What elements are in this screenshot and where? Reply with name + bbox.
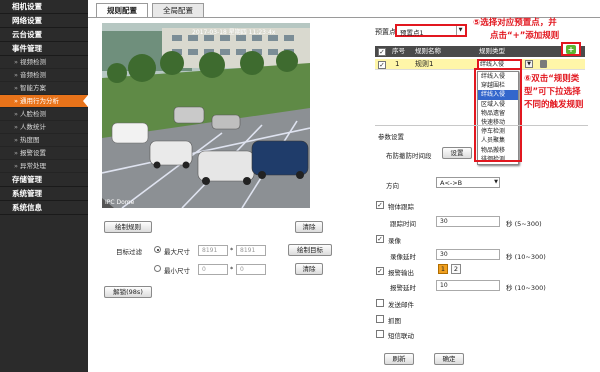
max-width-input[interactable]: 8191 (198, 245, 228, 256)
nav-item-exception[interactable]: » 异常处理 (0, 160, 88, 173)
alarm-out-channel-2[interactable]: 2 (451, 264, 461, 274)
annotation-step5-line1: ⑤选择对应预置点，并 (473, 18, 557, 28)
nav-item-alarm-settings[interactable]: » 报警设置 (0, 147, 88, 160)
max-height-input[interactable]: 8191 (236, 245, 266, 256)
tab-global-config[interactable]: 全局配置 (152, 3, 204, 17)
alarm-delay-input[interactable]: 10 (436, 280, 500, 291)
nav-system-info[interactable]: 系统信息 (0, 201, 88, 215)
track-label: 物体跟踪 (388, 203, 414, 211)
nav-item-behavior-analysis[interactable]: » 通用行为分析 (0, 95, 88, 108)
schedule-label: 布防撤防时间段 (386, 152, 432, 160)
min-height-input[interactable]: 0 (236, 264, 266, 275)
email-label: 发送邮件 (388, 301, 414, 309)
annotation-step6-line2: 型”可下拉选择 (524, 87, 581, 97)
nav-system-management[interactable]: 系统管理 (0, 187, 88, 201)
clear-target-button[interactable]: 清除 (295, 263, 323, 275)
annotation-step5-line2: 点击“+”添加规则 (490, 31, 560, 41)
min-width-input[interactable]: 0 (198, 264, 228, 275)
schedule-settings-button[interactable]: 设置 (442, 147, 472, 159)
alarm-out-checkbox[interactable]: ✓ (376, 267, 384, 275)
track-time-label: 跟踪时间 (390, 220, 416, 228)
preset-label: 预置点 (375, 28, 396, 36)
rule-type-dropdown-arrow-icon[interactable]: ▼ (525, 60, 533, 68)
record-delay-input[interactable]: 30 (436, 249, 500, 260)
nav-item-heatmap[interactable]: » 热度图 (0, 134, 88, 147)
snapshot-checkbox[interactable] (376, 315, 384, 323)
min-size-radio[interactable] (154, 265, 161, 272)
nav-event-management[interactable]: 事件管理 (0, 42, 88, 56)
snapshot-label: 抓图 (388, 317, 401, 325)
annotation-step6-line1: ⑥双击“规则类 (524, 74, 580, 84)
record-checkbox[interactable]: ✓ (376, 235, 384, 243)
sidebar: 相机设置 网络设置 云台设置 事件管理 » 视频检测 » 音频检测 » 智能方案 » 通… (0, 0, 88, 372)
target-filter-label: 目标过滤 (116, 248, 142, 256)
record-label: 录像 (388, 237, 401, 245)
alarm-out-channel-1[interactable]: 1 (438, 264, 448, 274)
direction-select[interactable]: A<->B ▼ (436, 177, 500, 188)
camera-scene-image (102, 23, 310, 208)
nav-item-face-detect[interactable]: » 人脸检测 (0, 108, 88, 121)
sms-checkbox[interactable] (376, 330, 384, 338)
refresh-button[interactable]: 刷新 (384, 353, 414, 365)
header-name: 规则名称 (415, 47, 441, 55)
row-no: 1 (395, 60, 400, 68)
chevron-down-icon: ▼ (456, 26, 464, 35)
params-section-title: 参数设置 (378, 133, 404, 141)
dropdown-highlight-frame (474, 68, 522, 162)
main-panel: 规则配置 全局配置 2017-03-18 星期四 11:23:4x IPC Do… (88, 0, 600, 372)
tab-rule-config[interactable]: 规则配置 (96, 3, 148, 18)
trash-icon[interactable] (540, 60, 547, 68)
row-checkbox[interactable]: ✓ (378, 60, 386, 69)
max-size-label: 最大尺寸 (164, 248, 190, 256)
unlock-button[interactable]: 解锁(98s) (104, 286, 152, 298)
header-type: 规则类型 (479, 47, 505, 55)
chevron-down-icon: ▼ (494, 179, 498, 185)
alarm-delay-unit: 秒 (10~300) (506, 284, 546, 292)
video-preview[interactable]: 2017-03-18 星期四 11:23:4x IPC Dome (102, 23, 310, 208)
select-all-checkbox[interactable]: ✓ (378, 47, 386, 56)
rules-table-header: ✓ 序号 规则名称 规则类型 (375, 46, 585, 57)
alarm-out-label: 报警输出 (388, 269, 414, 277)
preset-select-value: 预置点1 (400, 29, 424, 37)
clear-rule-button[interactable]: 清除 (295, 221, 323, 233)
direction-label: 方向 (386, 182, 399, 190)
annotation-step6-line3: 不同的触发规则 (524, 100, 584, 110)
size-separator-2: * (230, 265, 234, 273)
nav-item-audio-detect[interactable]: » 音频检测 (0, 69, 88, 82)
header-no: 序号 (392, 47, 405, 55)
track-time-input[interactable]: 30 (436, 216, 500, 227)
alarm-delay-label: 报警延时 (390, 284, 416, 292)
nav-item-smart-plan[interactable]: » 智能方案 (0, 82, 88, 95)
row-name: 规则1 (415, 60, 434, 68)
max-size-radio[interactable] (154, 246, 161, 253)
track-time-unit: 秒 (5~300) (506, 220, 542, 228)
params-divider (375, 125, 588, 126)
size-separator: * (230, 246, 234, 254)
nav-storage-management[interactable]: 存储管理 (0, 173, 88, 187)
record-delay-label: 录像延时 (390, 253, 416, 261)
nav-item-video-detect[interactable]: » 视频检测 (0, 56, 88, 69)
video-timestamp: 2017-03-18 星期四 11:23:4x (192, 29, 276, 36)
preset-select[interactable]: 预置点1 ▼ (395, 24, 467, 37)
sms-label: 短信联动 (388, 332, 414, 340)
nav-camera-settings[interactable]: 相机设置 (0, 0, 88, 14)
track-checkbox[interactable]: ✓ (376, 201, 384, 209)
confirm-button[interactable]: 确定 (434, 353, 464, 365)
nav-item-people-count[interactable]: » 人数统计 (0, 121, 88, 134)
email-checkbox[interactable] (376, 299, 384, 307)
min-size-label: 最小尺寸 (164, 267, 190, 275)
add-rule-plus-icon[interactable]: + (566, 45, 576, 54)
draw-rule-button[interactable]: 绘制规则 (104, 221, 152, 233)
draw-target-button[interactable]: 绘制目标 (288, 244, 332, 256)
record-delay-unit: 秒 (10~300) (506, 253, 546, 261)
video-osd-name: IPC Dome (105, 199, 135, 206)
nav-ptz-settings[interactable]: 云台设置 (0, 28, 88, 42)
add-rule-button-frame: + (561, 42, 581, 56)
nav-network-settings[interactable]: 网络设置 (0, 14, 88, 28)
